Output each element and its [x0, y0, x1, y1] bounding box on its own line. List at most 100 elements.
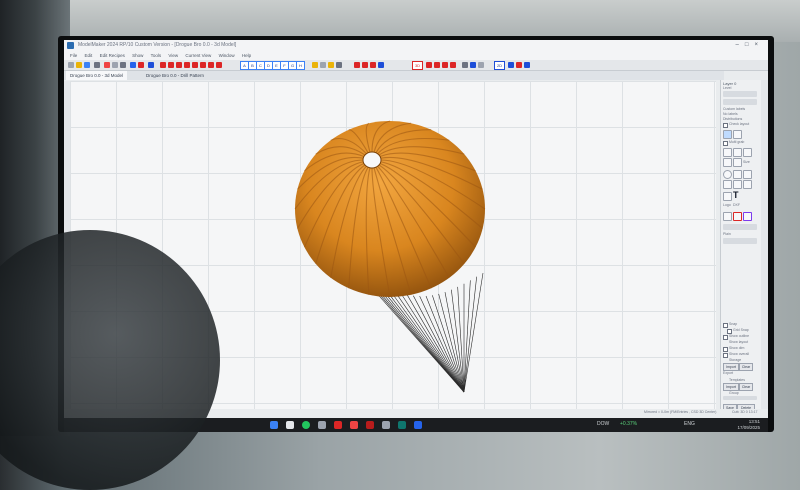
delete-icon[interactable] — [200, 62, 206, 68]
taskbar-app2-icon[interactable] — [382, 421, 390, 429]
menu-file[interactable]: File — [70, 51, 77, 60]
system-clock[interactable]: 13:51 17/09/2025 — [737, 419, 760, 431]
tab-drill-pattern[interactable]: Drogue Bro 0.0 - Drill Pattern — [142, 71, 208, 80]
paste-icon[interactable] — [120, 62, 126, 68]
folder-icon[interactable] — [312, 62, 318, 68]
zoom-3d-button[interactable]: 3D — [412, 61, 423, 70]
mode-2d-button[interactable]: 2D — [494, 61, 505, 70]
scale-icon[interactable] — [176, 62, 182, 68]
mark-icon[interactable] — [208, 62, 214, 68]
minimize-button[interactable]: – — [736, 42, 745, 48]
trim-icon[interactable] — [184, 62, 190, 68]
dxf-label[interactable]: DXF — [733, 203, 740, 207]
knife-tool-icon[interactable] — [733, 212, 742, 221]
polygon-tool-icon[interactable] — [743, 170, 752, 179]
clear-template-button[interactable]: Clear — [739, 383, 753, 391]
fill-icon[interactable] — [216, 62, 222, 68]
grid-icon[interactable] — [320, 62, 326, 68]
view-side-icon[interactable] — [434, 62, 440, 68]
taskbar-search-icon[interactable] — [286, 421, 294, 429]
show-overall-checkbox[interactable] — [723, 353, 728, 358]
open-icon[interactable] — [76, 62, 82, 68]
view-iso-icon[interactable] — [450, 62, 456, 68]
highlight-icon[interactable] — [328, 62, 334, 68]
line-icon[interactable] — [378, 62, 384, 68]
option-no-labels[interactable]: No labels — [723, 112, 738, 116]
menu-edit-recipes[interactable]: Edit Recipes — [100, 51, 125, 60]
taskbar-chrome-icon[interactable] — [302, 421, 310, 429]
close-button[interactable]: × — [754, 42, 764, 48]
render-icon[interactable] — [508, 62, 514, 68]
shape-tool-5-icon[interactable] — [733, 158, 742, 167]
pan-tool-icon[interactable] — [733, 130, 742, 139]
circle-icon[interactable] — [370, 62, 376, 68]
taskbar-acrobat-icon[interactable] — [334, 421, 342, 429]
mirror-icon[interactable] — [168, 62, 174, 68]
spline-tool-icon[interactable] — [723, 180, 732, 189]
hatch-icon[interactable] — [723, 192, 732, 201]
offset-tool-icon[interactable] — [733, 180, 742, 189]
menu-view[interactable]: View — [168, 51, 178, 60]
undo-icon[interactable] — [130, 62, 136, 68]
color-select[interactable] — [723, 224, 757, 230]
import-template-button[interactable]: Import — [723, 383, 739, 391]
menu-tools[interactable]: Tools — [151, 51, 162, 60]
arc-icon[interactable] — [362, 62, 368, 68]
print-preview-icon[interactable] — [462, 62, 468, 68]
copy-icon[interactable] — [112, 62, 118, 68]
tab-3d-model[interactable]: Drogue Bro 0.0 - 3d Model — [66, 71, 128, 80]
taskbar-excel-icon[interactable] — [366, 421, 374, 429]
view-front-icon[interactable] — [426, 62, 432, 68]
show-outline-checkbox[interactable] — [723, 335, 728, 340]
view-top-icon[interactable] — [442, 62, 448, 68]
rotate-icon[interactable] — [160, 62, 166, 68]
option-custom-labels[interactable]: Custom labels — [723, 107, 745, 111]
ellipse-tool-icon[interactable] — [733, 170, 742, 179]
menu-show[interactable]: Show — [132, 51, 143, 60]
menu-current-view[interactable]: Current View — [185, 51, 211, 60]
curve-icon[interactable] — [354, 62, 360, 68]
shape-tool-1-icon[interactable] — [723, 148, 732, 157]
circle-tool-icon[interactable] — [723, 170, 732, 179]
option-distributions[interactable]: Distributions — [723, 117, 742, 121]
import-button[interactable]: Import — [723, 363, 739, 371]
taskbar-app-icon[interactable] — [350, 421, 358, 429]
color-icon[interactable] — [516, 62, 522, 68]
taskbar-explorer-icon[interactable] — [270, 421, 278, 429]
show-dim-checkbox[interactable] — [723, 347, 728, 352]
vertical-scrollbar[interactable] — [761, 80, 768, 414]
extend-icon[interactable] — [192, 62, 198, 68]
save-icon[interactable] — [84, 62, 90, 68]
level-field-2[interactable] — [723, 99, 757, 105]
check-layout-checkbox[interactable] — [723, 123, 728, 128]
menu-help[interactable]: Help — [242, 51, 251, 60]
select-tool-icon[interactable] — [723, 130, 732, 139]
brush-tool-icon[interactable] — [743, 212, 752, 221]
language-indicator[interactable]: ENG — [684, 421, 695, 427]
cut-icon[interactable] — [104, 62, 110, 68]
pen-tool-icon[interactable] — [723, 212, 732, 221]
move-icon[interactable] — [148, 62, 154, 68]
style-select[interactable] — [723, 238, 757, 244]
layer-h-button[interactable]: H — [296, 61, 305, 70]
taskbar-whatsapp-icon[interactable] — [398, 421, 406, 429]
taskbar-settings-icon[interactable] — [318, 421, 326, 429]
export-label[interactable]: Export — [723, 371, 733, 375]
taskbar-outlook-icon[interactable] — [414, 421, 422, 429]
hole-tool-icon[interactable] — [743, 180, 752, 189]
text-tool-icon[interactable]: T — [733, 190, 739, 200]
level-field[interactable] — [723, 91, 757, 97]
clear-button[interactable]: Clear — [739, 363, 753, 371]
settings-icon[interactable] — [478, 62, 484, 68]
shape-tool-2-icon[interactable] — [733, 148, 742, 157]
shape-tool-3-icon[interactable] — [743, 148, 752, 157]
snap-checkbox[interactable] — [723, 323, 728, 328]
export-icon[interactable] — [470, 62, 476, 68]
stock-ticker[interactable]: DOW — [597, 421, 609, 427]
logo-label[interactable]: Logo — [723, 203, 731, 207]
redo-icon[interactable] — [138, 62, 144, 68]
help-icon[interactable] — [524, 62, 530, 68]
new-icon[interactable] — [68, 62, 74, 68]
menu-window[interactable]: Window — [219, 51, 235, 60]
measure-icon[interactable] — [336, 62, 342, 68]
